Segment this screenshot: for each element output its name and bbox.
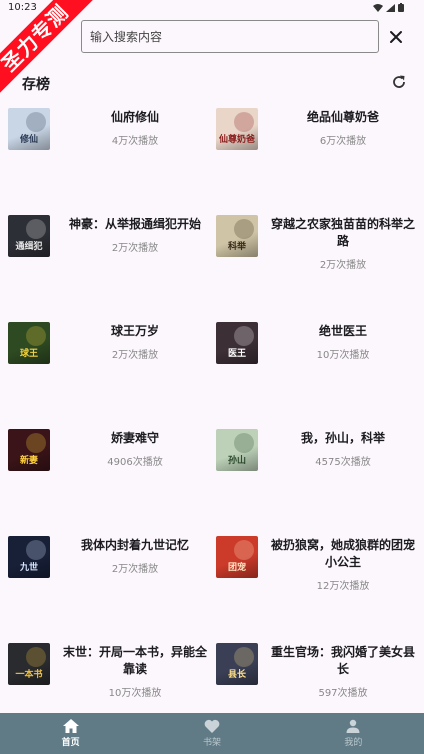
book-cover-text: 科举 <box>228 240 247 252</box>
book-cover-text: 新妻 <box>20 454 38 466</box>
close-icon <box>390 31 402 43</box>
book-info: 神豪：从举报通缉犯开始 2万次播放 <box>58 216 212 254</box>
book-info: 穿越之农家独苗苗的科举之路 2万次播放 <box>266 216 420 271</box>
book-plays: 4万次播放 <box>111 136 159 147</box>
book-cover-text: 仙尊奶爸 <box>219 133 255 145</box>
book-card[interactable]: 科举 穿越之农家独苗苗的科举之路 2万次播放 <box>216 210 422 310</box>
book-title: 仙府修仙 <box>110 110 159 124</box>
book-card[interactable]: 通缉犯 神豪：从举报通缉犯开始 2万次播放 <box>8 210 214 310</box>
book-title: 神豪：从举报通缉犯开始 <box>68 217 201 231</box>
book-info: 我体内封着九世记忆 2万次播放 <box>58 537 212 575</box>
bottom-navigation: 首页 书架 我的 <box>0 713 424 754</box>
wifi-icon <box>373 3 383 15</box>
nav-bookshelf[interactable]: 书架 <box>141 713 282 754</box>
book-plays: 2万次播放 <box>111 350 159 361</box>
book-cover-text: 一本书 <box>15 668 42 680</box>
book-cover-text: 修仙 <box>19 133 38 145</box>
book-cover: 医王 <box>216 322 258 364</box>
book-cover-text: 县长 <box>228 668 247 680</box>
book-cover: 九世 <box>8 536 50 578</box>
book-title: 我体内封着九世记忆 <box>80 538 189 552</box>
book-cover-text: 通缉犯 <box>15 240 42 252</box>
book-cover-text: 九世 <box>19 561 38 573</box>
book-info: 重生官场：我闪婚了美女县长 597次播放 <box>266 644 420 699</box>
book-card[interactable]: 孙山 我，孙山，科举 4575次播放 <box>216 424 422 524</box>
book-plays: 4575次播放 <box>315 457 371 468</box>
book-plays: 6万次播放 <box>319 136 367 147</box>
book-cover-text: 球王 <box>20 347 38 359</box>
nav-profile-label: 我的 <box>344 738 363 748</box>
book-cover-text: 团宠 <box>228 561 246 573</box>
book-cover: 县长 <box>216 643 258 685</box>
book-plays: 2万次播放 <box>319 260 367 271</box>
book-cover-text: 孙山 <box>228 454 246 466</box>
refresh-button[interactable] <box>390 73 408 91</box>
book-cover-text: 医王 <box>228 348 246 359</box>
book-plays: 4906次播放 <box>107 457 163 468</box>
book-info: 仙府修仙 4万次播放 <box>58 109 212 147</box>
book-title: 绝品仙尊奶爸 <box>306 110 379 124</box>
book-card[interactable]: 球王 球王万岁 2万次播放 <box>8 317 214 417</box>
book-title: 重生官场：我闪婚了美女县长 <box>270 645 415 676</box>
book-card[interactable]: 九世 我体内封着九世记忆 2万次播放 <box>8 531 214 631</box>
book-cover: 科举 <box>216 215 258 257</box>
nav-home-label: 首页 <box>61 738 80 748</box>
book-cover: 球王 <box>8 322 50 364</box>
book-info: 绝世医王 10万次播放 <box>266 323 420 361</box>
book-info: 娇妻难守 4906次播放 <box>58 430 212 468</box>
heart-icon <box>204 719 220 733</box>
book-cover: 仙尊奶爸 <box>216 108 258 150</box>
section-title: 存榜 <box>22 77 50 93</box>
book-info: 我，孙山，科举 4575次播放 <box>266 430 420 468</box>
person-icon <box>346 719 360 733</box>
book-card[interactable]: 团宠 被扔狼窝，她成狼群的团宠小公主 12万次播放 <box>216 531 422 631</box>
book-title: 我，孙山，科举 <box>300 431 385 445</box>
book-cover: 通缉犯 <box>8 215 50 257</box>
book-card[interactable]: 修仙 仙府修仙 4万次播放 <box>8 103 214 203</box>
system-icons <box>373 3 404 15</box>
battery-icon <box>398 3 404 15</box>
close-button[interactable] <box>385 26 407 48</box>
book-card[interactable]: 医王 绝世医王 10万次播放 <box>216 317 422 417</box>
book-card[interactable]: 新妻 娇妻难守 4906次播放 <box>8 424 214 524</box>
book-cover: 团宠 <box>216 536 258 578</box>
book-title: 娇妻难守 <box>110 431 159 445</box>
book-cover: 新妻 <box>8 429 50 471</box>
book-title: 被扔狼窝，她成狼群的团宠小公主 <box>270 538 415 569</box>
book-plays: 10万次播放 <box>316 350 370 361</box>
book-info: 末世：开局一本书，异能全靠读 10万次播放 <box>58 644 212 699</box>
book-plays: 12万次播放 <box>316 581 370 592</box>
home-icon <box>62 719 79 733</box>
book-info: 球王万岁 2万次播放 <box>58 323 212 361</box>
book-cover: 孙山 <box>216 429 258 471</box>
book-plays: 597次播放 <box>318 688 368 699</box>
signal-icon <box>386 3 395 15</box>
nav-profile[interactable]: 我的 <box>283 713 424 754</box>
book-plays: 2万次播放 <box>111 564 159 575</box>
book-plays: 10万次播放 <box>108 688 162 699</box>
book-info: 被扔狼窝，她成狼群的团宠小公主 12万次播放 <box>266 537 420 592</box>
book-card[interactable]: 仙尊奶爸 绝品仙尊奶爸 6万次播放 <box>216 103 422 203</box>
book-cover: 一本书 <box>8 643 50 685</box>
book-title: 绝世医王 <box>318 324 367 338</box>
refresh-icon <box>393 75 405 88</box>
book-title: 穿越之农家独苗苗的科举之路 <box>270 217 415 248</box>
book-plays: 2万次播放 <box>111 243 159 254</box>
nav-bookshelf-label: 书架 <box>202 738 221 748</box>
status-time: 10:23 <box>8 2 37 13</box>
book-cover: 修仙 <box>8 108 50 150</box>
search-input[interactable] <box>81 20 379 53</box>
book-title: 球王万岁 <box>110 324 159 338</box>
book-title: 末世：开局一本书，异能全靠读 <box>62 645 207 676</box>
book-info: 绝品仙尊奶爸 6万次播放 <box>266 109 420 147</box>
nav-home[interactable]: 首页 <box>0 713 141 754</box>
